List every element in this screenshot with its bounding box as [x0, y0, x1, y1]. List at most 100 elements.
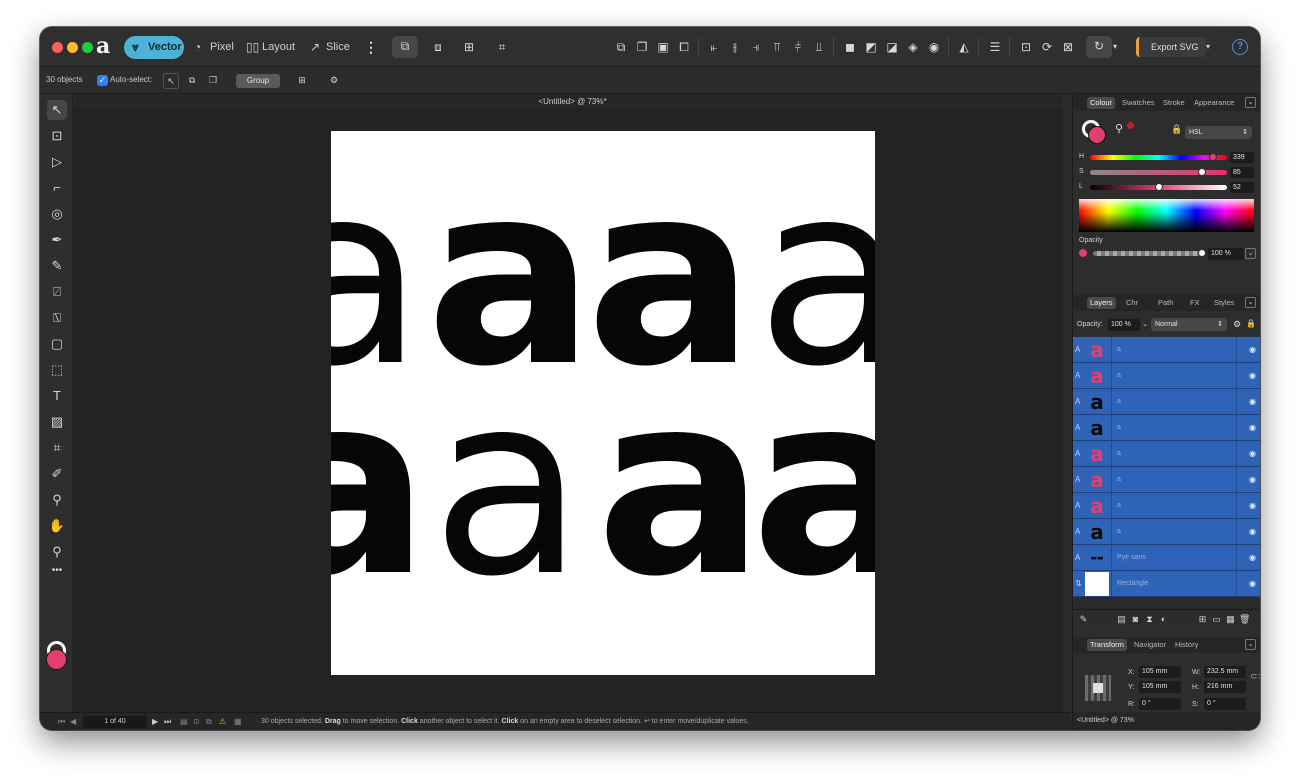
text-tool-icon[interactable]: T: [47, 386, 67, 406]
auto-select-checkbox[interactable]: ✓: [97, 75, 108, 86]
tab-navigator[interactable]: Navigator: [1131, 639, 1169, 651]
hand-tool-icon[interactable]: ✋: [47, 516, 67, 536]
lightness-slider-knob[interactable]: [1155, 183, 1163, 191]
anchor-point[interactable]: [1093, 683, 1103, 693]
y-position-field[interactable]: 105 mm: [1139, 681, 1181, 693]
align-middle-button[interactable]: ⫩: [788, 37, 808, 57]
layer-row[interactable]: A ▬▬ Pye sans ◉: [1073, 545, 1260, 571]
visibility-eye-icon[interactable]: ◉: [1249, 423, 1256, 432]
glyph-a-7[interactable]: a: [596, 361, 765, 611]
hue-slider-knob[interactable]: [1209, 153, 1217, 161]
next-page-icon[interactable]: ▶: [152, 717, 158, 726]
persona-pixel-button[interactable]: ◔ Pixel: [186, 36, 234, 59]
export-chevron-down-icon[interactable]: ▾: [1203, 37, 1213, 57]
help-icon[interactable]: ?: [1232, 39, 1248, 55]
saturation-value[interactable]: 85: [1230, 167, 1254, 178]
layer-row[interactable]: A a a ◉: [1073, 389, 1260, 415]
artboard[interactable]: a a a a a a a a: [331, 131, 875, 675]
x-position-field[interactable]: 105 mm: [1139, 666, 1181, 678]
boolean-xor-button[interactable]: ◈: [903, 37, 923, 57]
pixel-layer-icon[interactable]: ▦: [1225, 614, 1236, 625]
height-field[interactable]: 216 mm: [1204, 681, 1246, 693]
visibility-eye-icon[interactable]: ◉: [1249, 397, 1256, 406]
tab-colour[interactable]: Colour: [1087, 97, 1116, 109]
layer-row[interactable]: A a a ◉: [1073, 363, 1260, 389]
glyph-a-6[interactable]: a: [431, 361, 584, 611]
saturation-slider[interactable]: [1090, 170, 1227, 175]
align-grid-icon[interactable]: ⊞: [294, 73, 310, 89]
prev-page-icon[interactable]: ◀: [70, 717, 76, 726]
fill-swatch[interactable]: [1088, 126, 1106, 144]
layer-opacity-value[interactable]: 100 %: [1108, 319, 1140, 331]
corner-tool-icon[interactable]: ⌐: [47, 178, 67, 198]
fill-tool-icon[interactable]: ⍂: [47, 308, 67, 328]
boolean-subtract-button[interactable]: ◩: [861, 37, 881, 57]
eyedropper-tool-icon[interactable]: ⚲: [47, 490, 67, 510]
layer-row[interactable]: A a a ◉: [1073, 519, 1260, 545]
visibility-eye-icon[interactable]: ◉: [1249, 475, 1256, 484]
guides-icon[interactable]: ▦: [234, 717, 242, 726]
colour-spectrum[interactable]: [1079, 199, 1254, 232]
visibility-eye-icon[interactable]: ◉: [1249, 345, 1256, 354]
visibility-eye-icon[interactable]: ◉: [1249, 449, 1256, 458]
tab-appearance[interactable]: Appearance: [1191, 97, 1237, 109]
layer-row[interactable]: A a a ◉: [1073, 493, 1260, 519]
close-window-button[interactable]: [52, 42, 63, 53]
layer-settings-gear-icon[interactable]: ⚙: [1233, 319, 1241, 330]
edit-all-layers-button[interactable]: ⧠: [674, 37, 694, 57]
tab-history[interactable]: History: [1172, 639, 1201, 651]
tab-character[interactable]: Chr: [1123, 297, 1141, 309]
zoom-tool-icon[interactable]: ⚲: [47, 542, 67, 562]
tab-fx[interactable]: FX: [1187, 297, 1203, 309]
export-svg-button[interactable]: Export SVG: [1136, 37, 1206, 57]
warning-icon[interactable]: ⚠: [219, 717, 226, 726]
canvas-area[interactable]: a a a a a a a a: [74, 109, 1071, 712]
saturation-slider-knob[interactable]: [1198, 168, 1206, 176]
last-page-icon[interactable]: ⏭: [164, 717, 171, 727]
artboard-tool-icon[interactable]: ⊡: [47, 126, 67, 146]
place-image-tool-icon[interactable]: ▨: [47, 412, 67, 432]
shape-tool-icon[interactable]: ⬚: [47, 360, 67, 380]
tab-stroke[interactable]: Stroke: [1160, 97, 1188, 109]
persona-layout-button[interactable]: ▯▯ Layout: [238, 36, 296, 59]
blend-mode-select[interactable]: Normal ⇕: [1151, 318, 1227, 331]
isolation-button[interactable]: ⧈: [428, 37, 448, 57]
vector-brush-tool-icon[interactable]: ⍁: [47, 282, 67, 302]
visibility-eye-icon[interactable]: ◉: [1249, 371, 1256, 380]
transform-origin-button[interactable]: ⊡: [1016, 37, 1036, 57]
width-field[interactable]: 232.5 mm: [1204, 666, 1246, 678]
fill-color-swatch[interactable]: [46, 649, 67, 670]
layers-panel-menu-icon[interactable]: ⌄: [1245, 297, 1256, 308]
tab-path[interactable]: Path: [1155, 297, 1176, 309]
persona-slice-button[interactable]: ↗ Slice: [302, 36, 354, 59]
chevron-down-icon[interactable]: ▾: [1110, 37, 1120, 57]
layer-fx-icon[interactable]: ▤: [1116, 614, 1127, 625]
layer-row[interactable]: A a a ◉: [1073, 441, 1260, 467]
fit-button[interactable]: ⊠: [1058, 37, 1078, 57]
visibility-eye-icon[interactable]: ◉: [1249, 579, 1256, 588]
move-tool-icon[interactable]: ↖: [47, 100, 67, 120]
hue-value[interactable]: 339: [1230, 152, 1254, 163]
opacity-dropdown-icon[interactable]: ⌄: [1245, 248, 1256, 259]
select-mode-icon[interactable]: ↖: [163, 73, 179, 89]
add-layer-icon[interactable]: ⊞: [1197, 614, 1208, 625]
view-mode-button[interactable]: ⧉: [392, 36, 418, 58]
pages-icon[interactable]: ⧉: [206, 717, 212, 727]
lock-icon[interactable]: 🔒: [1171, 124, 1182, 135]
add-group-icon[interactable]: ▭: [1211, 614, 1222, 625]
tab-swatches[interactable]: Swatches: [1119, 97, 1158, 109]
layer-lock-icon[interactable]: 🔒: [1246, 319, 1256, 328]
delete-layer-icon[interactable]: 🗑: [1239, 614, 1250, 625]
measure-tool-icon[interactable]: ✐: [47, 464, 67, 484]
snapping-grid-button[interactable]: ⊞: [459, 37, 479, 57]
visibility-eye-icon[interactable]: ◉: [1249, 527, 1256, 536]
boolean-add-button[interactable]: ◼: [840, 37, 860, 57]
boolean-divide-button[interactable]: ◉: [924, 37, 944, 57]
pencil-tool-icon[interactable]: ✎: [47, 256, 67, 276]
contain-mode-icon[interactable]: ❐: [205, 73, 221, 89]
rotate-button[interactable]: ⟳: [1037, 37, 1057, 57]
adjustment-icon[interactable]: ◐: [1158, 614, 1169, 625]
layer-row[interactable]: A a a ◉: [1073, 337, 1260, 363]
mask-icon[interactable]: ◙: [1130, 614, 1141, 625]
align-left-button[interactable]: ⫦: [704, 37, 724, 57]
